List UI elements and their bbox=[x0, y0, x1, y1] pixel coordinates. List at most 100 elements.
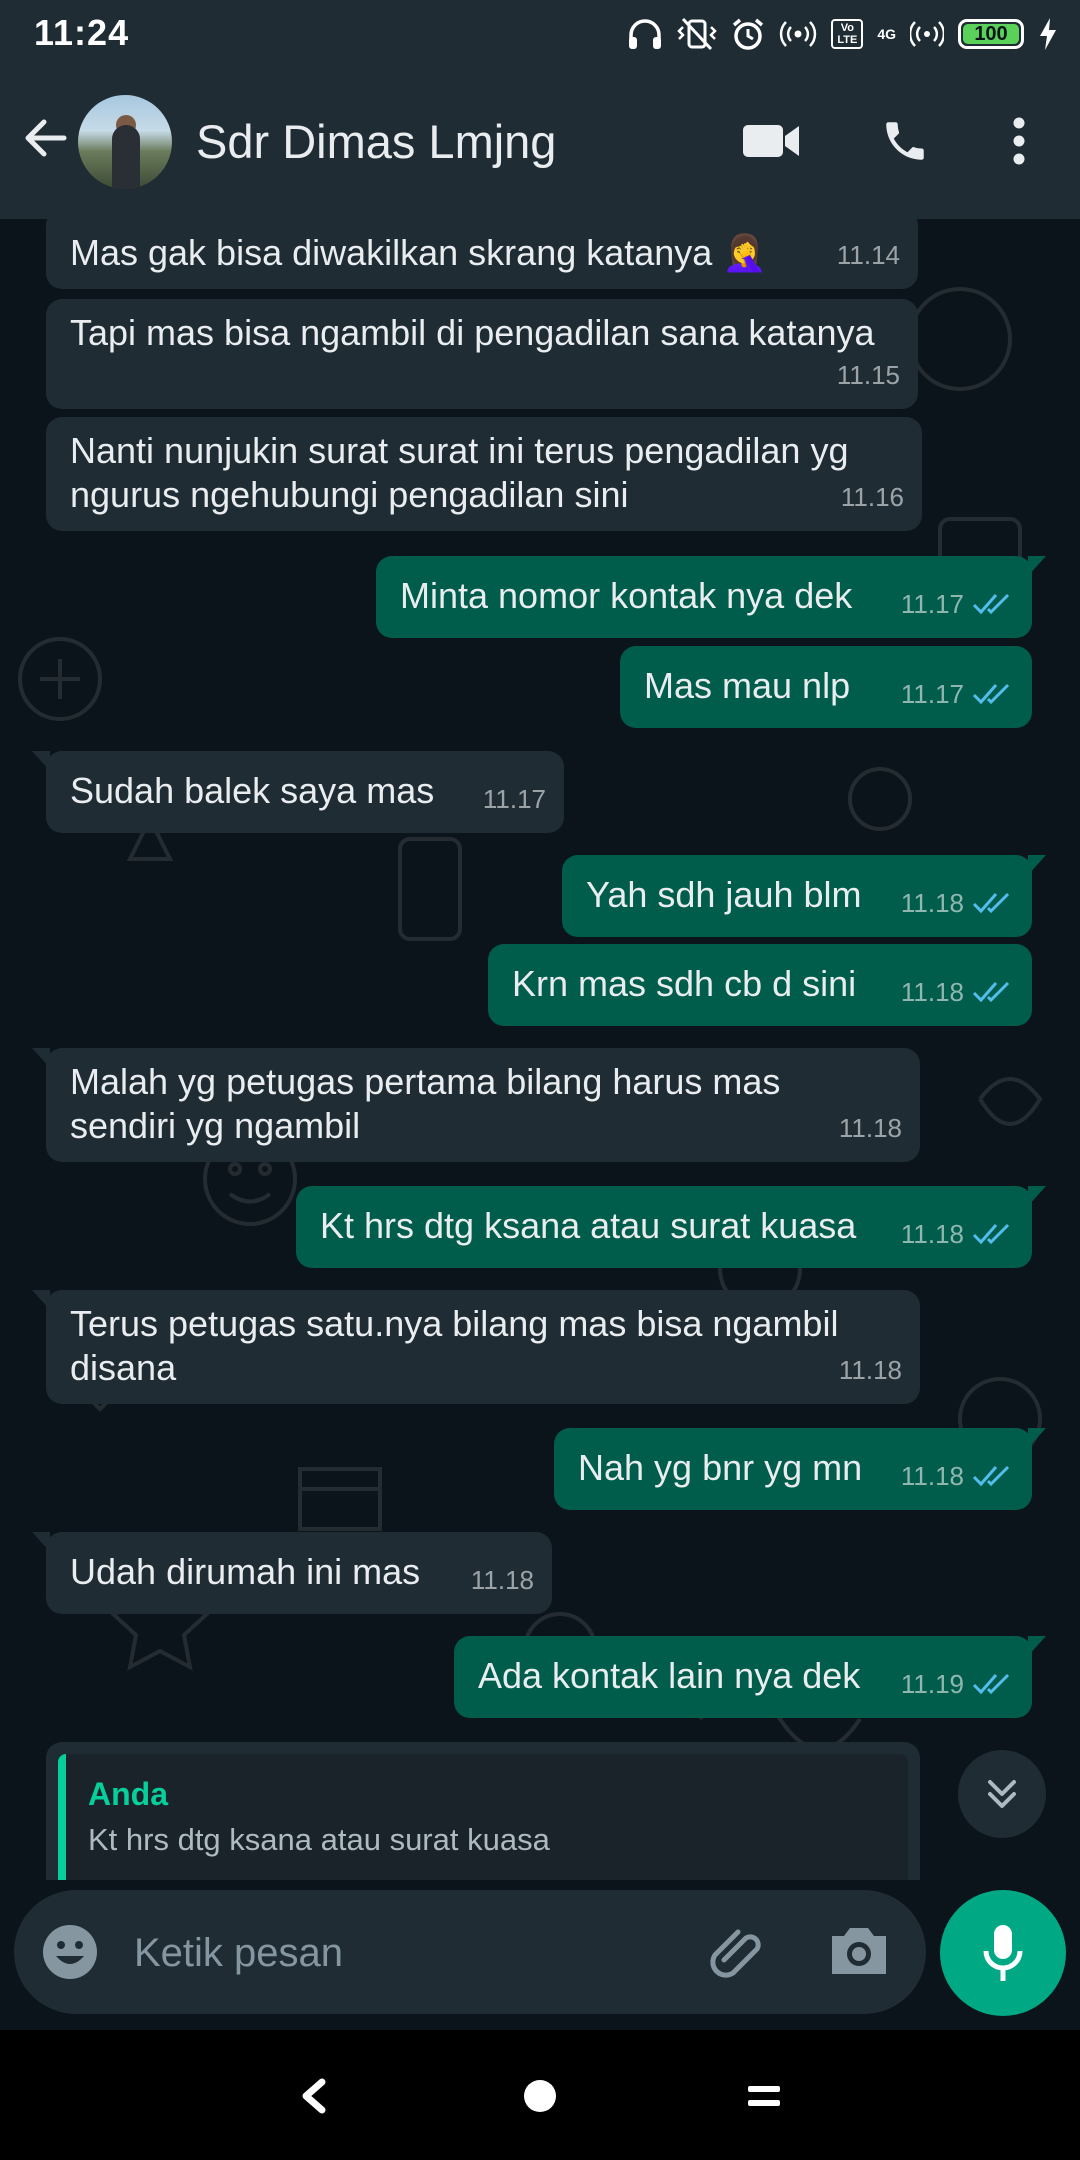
quoted-message: Anda Kt hrs dtg ksana atau surat kuasa bbox=[58, 1754, 908, 1880]
message-incoming[interactable]: Tapi mas bisa ngambil di pengadilan sana… bbox=[46, 299, 918, 409]
camera-button[interactable] bbox=[826, 1920, 892, 1984]
attach-button[interactable] bbox=[704, 1920, 768, 1984]
voice-message-button[interactable] bbox=[940, 1890, 1066, 2016]
message-input[interactable] bbox=[132, 1918, 696, 1988]
message-text: Udah dirumah ini mas bbox=[70, 1551, 421, 1592]
status-icons: Vo LTE 4G 100 bbox=[627, 12, 1058, 56]
video-call-icon bbox=[743, 125, 799, 157]
message-outgoing[interactable]: Krn mas sdh cb d sini 11.18 bbox=[488, 944, 1032, 1026]
double-check-icon bbox=[972, 1223, 1010, 1245]
message-time-container: 11.18 bbox=[901, 881, 1016, 925]
reply-author: Anda bbox=[88, 1776, 168, 1812]
message-text: Krn mas sdh cb d sini bbox=[512, 963, 857, 1004]
attach-icon bbox=[710, 1929, 761, 1978]
message-outgoing[interactable]: Ada kontak lain nya dek 11.19 bbox=[454, 1636, 1046, 1718]
message-time: 11.17 bbox=[482, 784, 546, 814]
mic-icon bbox=[983, 1925, 1023, 1981]
message-time-container: 11.16 bbox=[841, 475, 904, 519]
more-options-icon bbox=[1013, 117, 1025, 165]
chat-header: Sdr Dimas Lmjng bbox=[0, 66, 1080, 219]
message-text: Ada kontak lain nya dek bbox=[478, 1655, 861, 1696]
message-time: 11.18 bbox=[900, 1219, 964, 1249]
volte-badge: Vo LTE bbox=[831, 19, 864, 49]
message-time-container: 11.17 bbox=[901, 672, 1016, 716]
message-time-container: 11.18 bbox=[901, 1212, 1016, 1256]
message-text: Mas gak bisa diwakilkan skrang katanya 🤦… bbox=[70, 232, 768, 273]
message-incoming[interactable]: Terus petugas satu.nya bilang mas bisa n… bbox=[32, 1290, 920, 1404]
message-time-container: 11.15 bbox=[837, 353, 900, 397]
message-time: 11.18 bbox=[470, 1565, 534, 1595]
nav-home-button[interactable] bbox=[510, 2066, 570, 2126]
message-outgoing[interactable]: Yah sdh jauh blm 11.18 bbox=[562, 855, 1046, 937]
video-call-button[interactable] bbox=[736, 106, 806, 176]
status-time: 11:24 bbox=[34, 12, 130, 53]
message-time: 11.16 bbox=[840, 482, 904, 512]
message-outgoing[interactable]: Kt hrs dtg ksana atau surat kuasa 11.18 bbox=[296, 1186, 1046, 1268]
battery-level: 100 bbox=[974, 22, 1008, 45]
message-time-container: 11.18 bbox=[839, 1106, 902, 1150]
back-arrow-icon bbox=[25, 119, 67, 157]
nav-back-button[interactable] bbox=[284, 2066, 344, 2126]
reply-text: Kt hrs dtg ksana atau surat kuasa bbox=[88, 1822, 550, 1857]
message-text-line: Nanti nunjukin surat surat ini terus pen… bbox=[70, 430, 849, 471]
message-time-container: 11.18 bbox=[901, 970, 1016, 1014]
message-incoming[interactable]: Malah yg petugas pertama bilang harus ma… bbox=[32, 1048, 920, 1162]
message-outgoing[interactable]: Nah yg bnr yg mn 11.18 bbox=[554, 1428, 1046, 1510]
emoji-button[interactable] bbox=[40, 1922, 100, 1982]
nav-menu-icon bbox=[748, 2086, 780, 2106]
message-time-container: 11.19 bbox=[901, 1662, 1016, 1706]
message-text: Nah yg bnr yg mn bbox=[578, 1447, 863, 1488]
message-time-container: 11.14 bbox=[837, 233, 900, 277]
avatar[interactable] bbox=[78, 95, 172, 189]
message-time: 11.18 bbox=[900, 888, 964, 918]
message-outgoing[interactable]: Mas mau nlp 11.17 bbox=[620, 646, 1032, 728]
double-check-icon bbox=[972, 892, 1010, 914]
system-navigation-bar bbox=[0, 2030, 1080, 2160]
message-time-container: 11.18 bbox=[901, 1454, 1016, 1498]
phone-icon bbox=[886, 122, 924, 160]
message-text: Sudah balek saya mas bbox=[70, 770, 435, 811]
message-time: 11.18 bbox=[838, 1355, 902, 1385]
message-time: 11.18 bbox=[900, 977, 964, 1007]
message-incoming[interactable]: Nanti nunjukin surat surat ini terus pen… bbox=[46, 417, 922, 531]
headphones-icon bbox=[629, 19, 662, 49]
battery-indicator: 100 bbox=[958, 19, 1024, 49]
hotspot-icon bbox=[780, 21, 817, 47]
message-text: Tapi mas bisa ngambil di pengadilan sana… bbox=[70, 312, 875, 353]
double-check-icon bbox=[972, 1465, 1010, 1487]
message-time: 11.18 bbox=[900, 1461, 964, 1491]
double-check-icon bbox=[972, 683, 1010, 705]
message-outgoing[interactable]: Minta nomor kontak nya dek 11.17 bbox=[376, 556, 1046, 638]
reply-preview[interactable]: Anda Kt hrs dtg ksana atau surat kuasa bbox=[46, 1742, 920, 1880]
message-text-line: Terus petugas satu.nya bilang mas bisa n… bbox=[70, 1303, 839, 1344]
contact-name[interactable]: Sdr Dimas Lmjng bbox=[196, 114, 556, 169]
message-time: 11.18 bbox=[838, 1113, 902, 1143]
message-text-line: sendiri yg ngambil bbox=[70, 1105, 361, 1146]
message-time-container: 11.17 bbox=[901, 582, 1016, 626]
message-time-container: 11.18 bbox=[839, 1348, 902, 1392]
double-check-icon bbox=[972, 1673, 1010, 1695]
chat-area[interactable]: Mas gak bisa diwakilkan skrang katanya 🤦… bbox=[0, 219, 1080, 1879]
message-time-container: 11.18 bbox=[471, 1558, 534, 1602]
vibrate-off-icon bbox=[677, 17, 718, 51]
back-button[interactable] bbox=[18, 110, 74, 166]
chevrons-down-icon bbox=[988, 1780, 1016, 1808]
message-composer bbox=[14, 1890, 926, 2014]
signal-icon bbox=[910, 21, 944, 47]
status-bar: 11:24 Vo LTE 4G 100 bbox=[0, 0, 1080, 66]
scroll-to-bottom-button[interactable] bbox=[958, 1750, 1046, 1838]
message-time: 11.17 bbox=[900, 589, 964, 619]
message-incoming[interactable]: Sudah balek saya mas 11.17 bbox=[32, 751, 564, 833]
voice-call-button[interactable] bbox=[870, 106, 940, 176]
camera-icon bbox=[832, 1928, 886, 1974]
alarm-icon bbox=[733, 18, 764, 50]
nav-recents-button[interactable] bbox=[734, 2066, 794, 2126]
message-incoming[interactable]: Udah dirumah ini mas 11.18 bbox=[32, 1532, 552, 1614]
message-incoming[interactable]: Mas gak bisa diwakilkan skrang katanya 🤦… bbox=[46, 219, 918, 289]
message-text-line: Malah yg petugas pertama bilang harus ma… bbox=[70, 1061, 781, 1102]
more-options-button[interactable] bbox=[984, 106, 1054, 176]
charging-icon bbox=[1040, 18, 1056, 50]
nav-home-icon bbox=[524, 2080, 556, 2112]
message-text: Kt hrs dtg ksana atau surat kuasa bbox=[320, 1205, 857, 1246]
nav-back-icon bbox=[302, 2078, 326, 2114]
